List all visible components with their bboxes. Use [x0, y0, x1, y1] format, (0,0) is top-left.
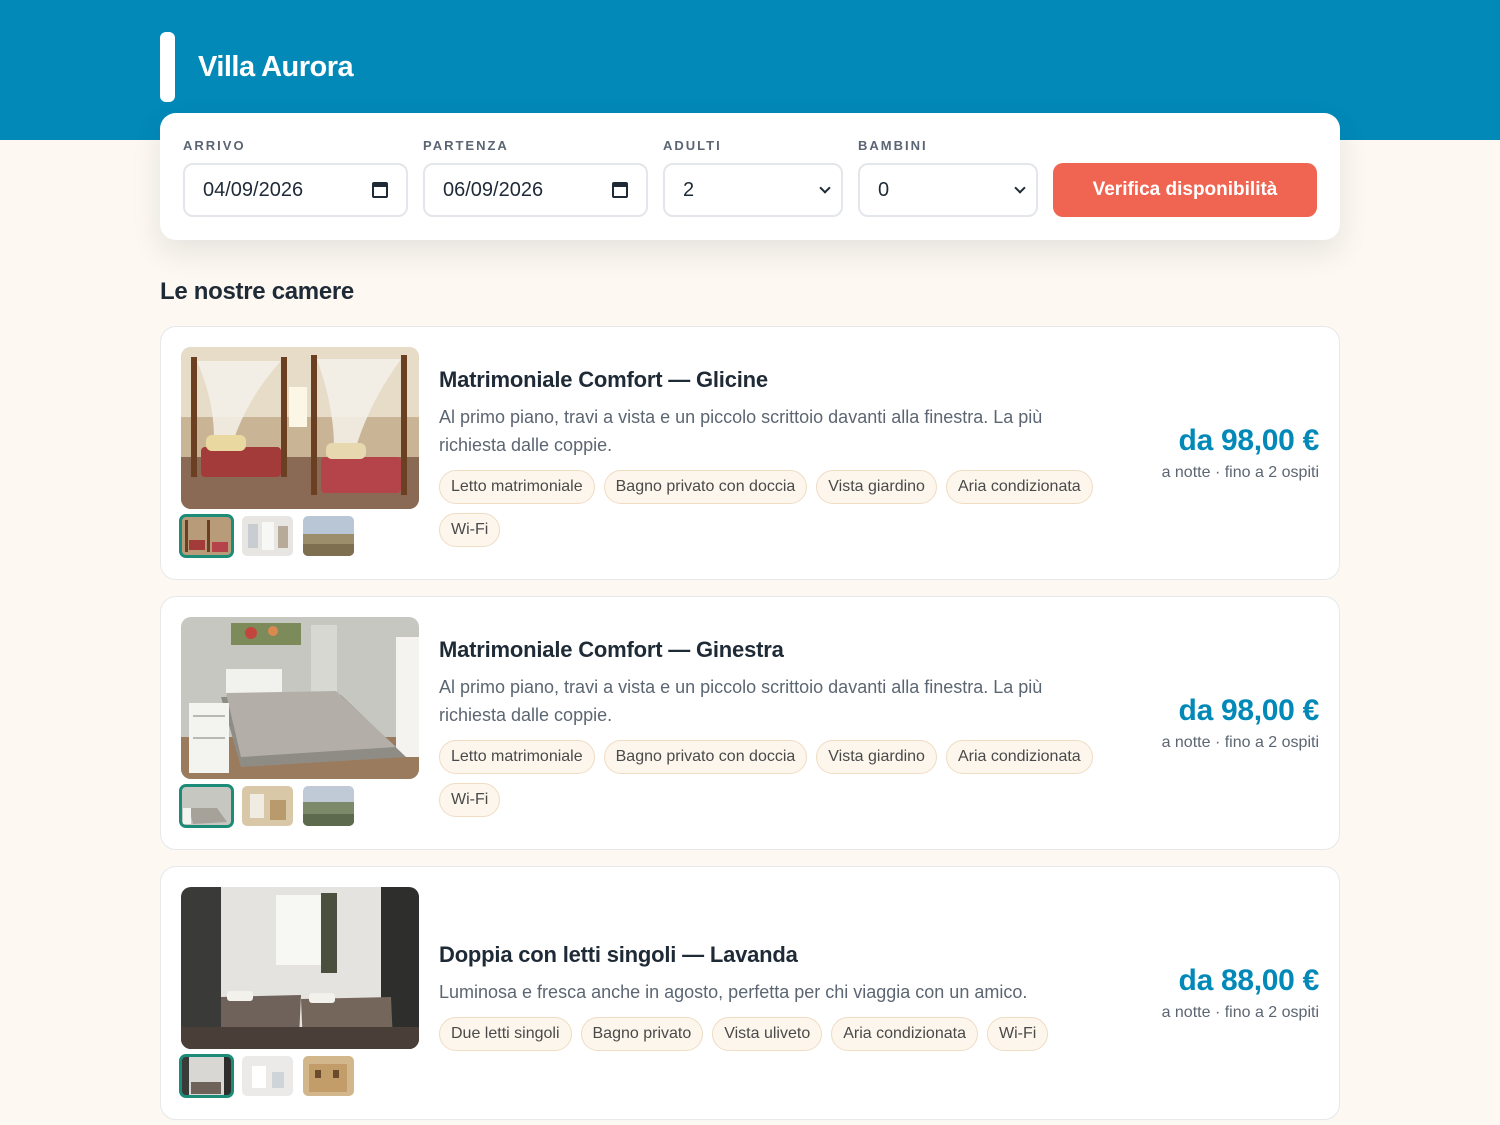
thumbnail-3[interactable] — [303, 1056, 354, 1096]
departure-date-value: 06/09/2026 — [443, 178, 544, 201]
photo-thumbnails — [179, 514, 354, 558]
price-block: da 98,00 € a notte · fino a 2 ospiti — [1161, 694, 1320, 752]
adults-select[interactable]: 2 — [663, 163, 843, 217]
brand[interactable]: Villa Aurora — [160, 32, 354, 102]
thumbnail-2[interactable] — [242, 786, 293, 826]
room-main-photo[interactable] — [181, 887, 419, 1049]
room-description: Al primo piano, travi a vista e un picco… — [439, 407, 1043, 455]
thumbnail-1[interactable] — [179, 514, 234, 558]
room-main-photo[interactable] — [181, 347, 419, 509]
amenity-tag: Letto matrimoniale — [439, 470, 595, 504]
children-select[interactable]: 0 — [858, 163, 1038, 217]
amenity-tag: Bagno privato con doccia — [603, 470, 808, 504]
thumbnail-2[interactable] — [242, 516, 293, 556]
thumbnail-3[interactable] — [303, 786, 354, 826]
amenity-tag: Wi-Fi — [986, 1017, 1049, 1051]
room-title[interactable]: Matrimoniale Comfort — Glicine — [439, 367, 1099, 393]
calendar-icon[interactable] — [612, 182, 628, 198]
arrival-date-input[interactable]: 04/09/2026 — [183, 163, 408, 217]
brand-logo-bar — [160, 32, 175, 102]
room-details: Doppia con letti singoli — Lavanda Lumin… — [439, 942, 1099, 1051]
departure-date-input[interactable]: 06/09/2026 — [423, 163, 648, 217]
amenity-tag: Wi-Fi — [439, 783, 501, 817]
amenity-tag: Aria condizionata — [831, 1017, 978, 1051]
room-price: da 98,00 € — [1178, 694, 1320, 727]
photo-thumbnails — [179, 1054, 354, 1098]
amenity-tags: Letto matrimoniale Bagno privato con doc… — [439, 470, 1119, 547]
check-availability-button[interactable]: Verifica disponibilità — [1053, 163, 1317, 217]
amenity-tag: Letto matrimoniale — [439, 740, 595, 774]
amenity-tag: Wi-Fi — [439, 513, 501, 547]
adults-label: ADULTI — [663, 138, 722, 153]
photo-thumbnails — [179, 784, 354, 828]
amenity-tag: Bagno privato con doccia — [603, 740, 808, 774]
amenity-tag: Aria condizionata — [945, 470, 1093, 504]
amenity-tags: Letto matrimoniale Bagno privato con doc… — [439, 740, 1119, 817]
amenity-tag: Aria condizionata — [945, 740, 1093, 774]
amenity-tag: Vista uliveto — [712, 1017, 823, 1051]
brand-name: Villa Aurora — [198, 50, 354, 83]
chevron-down-icon — [1014, 181, 1026, 194]
room-card[interactable]: Matrimoniale Comfort — Ginestra Al primo… — [160, 596, 1340, 850]
arrival-date-value: 04/09/2026 — [203, 178, 304, 201]
room-price: da 98,00 € — [1178, 424, 1320, 457]
adults-value: 2 — [683, 178, 695, 201]
amenity-tag: Due letti singoli — [439, 1017, 572, 1051]
price-note: a notte · fino a 2 ospiti — [1161, 734, 1319, 751]
thumbnail-1[interactable] — [179, 784, 234, 828]
amenity-tags: Due letti singoli Bagno privato Vista ul… — [439, 1017, 1119, 1051]
children-value: 0 — [878, 178, 890, 201]
thumbnail-1[interactable] — [179, 1054, 234, 1098]
thumbnail-3[interactable] — [303, 516, 354, 556]
price-note: a notte · fino a 2 ospiti — [1161, 464, 1319, 481]
arrival-label: ARRIVO — [183, 138, 246, 153]
price-note: a notte · fino a 2 ospiti — [1161, 1004, 1319, 1021]
room-card[interactable]: Doppia con letti singoli — Lavanda Lumin… — [160, 866, 1340, 1120]
room-price: da 88,00 € — [1178, 964, 1320, 997]
chevron-down-icon — [819, 181, 831, 194]
amenity-tag: Vista giardino — [816, 470, 937, 504]
calendar-icon[interactable] — [372, 182, 388, 198]
thumbnail-2[interactable] — [242, 1056, 293, 1096]
room-description: Al primo piano, travi a vista e un picco… — [439, 677, 1043, 725]
room-description: Luminosa e fresca anche in agosto, perfe… — [439, 982, 1028, 1002]
room-details: Matrimoniale Comfort — Ginestra Al primo… — [439, 637, 1099, 817]
departure-label: PARTENZA — [423, 138, 509, 153]
room-title[interactable]: Matrimoniale Comfort — Ginestra — [439, 637, 1099, 663]
price-block: da 98,00 € a notte · fino a 2 ospiti — [1161, 424, 1320, 482]
room-details: Matrimoniale Comfort — Glicine Al primo … — [439, 367, 1099, 547]
price-block: da 88,00 € a notte · fino a 2 ospiti — [1161, 964, 1320, 1022]
room-card[interactable]: Matrimoniale Comfort — Glicine Al primo … — [160, 326, 1340, 580]
rooms-section-title: Le nostre camere — [160, 278, 354, 305]
children-label: BAMBINI — [858, 138, 928, 153]
availability-search-form: ARRIVO 04/09/2026 PARTENZA 06/09/2026 AD… — [160, 113, 1340, 240]
room-title[interactable]: Doppia con letti singoli — Lavanda — [439, 942, 1099, 968]
amenity-tag: Vista giardino — [816, 740, 937, 774]
amenity-tag: Bagno privato — [580, 1017, 704, 1051]
room-main-photo[interactable] — [181, 617, 419, 779]
